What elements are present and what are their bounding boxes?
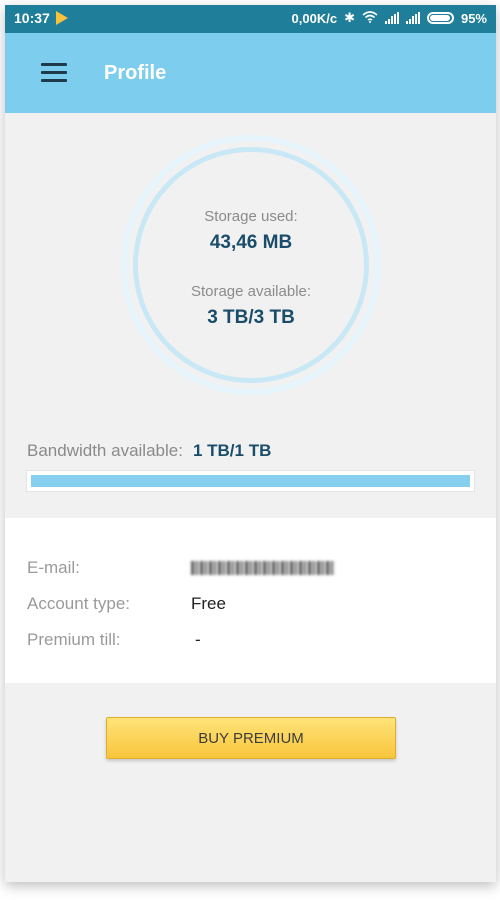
wifi-icon bbox=[362, 10, 378, 26]
play-store-icon bbox=[55, 11, 68, 25]
signal-icon bbox=[405, 12, 420, 24]
app-bar: Profile bbox=[5, 33, 496, 113]
account-type-value: Free bbox=[191, 594, 226, 613]
email-label: E-mail: bbox=[27, 558, 80, 577]
menu-icon[interactable] bbox=[41, 63, 67, 83]
battery-level: 95% bbox=[460, 10, 487, 26]
status-bar: 10:37 0,00K/c ✱ 95% bbox=[5, 5, 496, 33]
premium-till-label: Premium till: bbox=[27, 630, 121, 649]
bandwidth-row: Bandwidth available: 1 TB/1 TB bbox=[27, 441, 271, 461]
battery-icon bbox=[426, 12, 454, 24]
bandwidth-label: Bandwidth available: bbox=[27, 441, 183, 460]
ring-inner bbox=[133, 147, 369, 383]
status-time: 10:37 bbox=[14, 10, 50, 26]
bandwidth-progress-bar bbox=[26, 470, 475, 492]
network-speed: 0,00K/c bbox=[291, 10, 338, 26]
storage-available-label: Storage available: bbox=[190, 283, 312, 300]
buy-premium-button[interactable]: BUY PREMIUM bbox=[106, 717, 396, 759]
signal-icon bbox=[384, 12, 399, 24]
page-title: Profile bbox=[104, 62, 167, 84]
storage-used-label: Storage used: bbox=[204, 208, 298, 225]
account-type-label: Account type: bbox=[27, 594, 131, 613]
storage-used-value: 43,46 MB bbox=[209, 232, 293, 253]
bandwidth-value: 1 TB/1 TB bbox=[192, 441, 272, 460]
bluetooth-icon: ✱ bbox=[344, 10, 355, 25]
bandwidth-progress-fill bbox=[31, 475, 470, 487]
email-value-redacted bbox=[191, 558, 335, 580]
storage-available-value: 3 TB/3 TB bbox=[207, 307, 295, 328]
premium-till-value: - bbox=[195, 630, 201, 649]
storage-ring: Storage used: 43,46 MB Storage available… bbox=[121, 135, 381, 395]
account-info-panel: E-mail: Account type: Free Premium till:… bbox=[5, 518, 496, 683]
phone-screen: 10:37 0,00K/c ✱ 95% Profile Storage used… bbox=[5, 5, 496, 882]
